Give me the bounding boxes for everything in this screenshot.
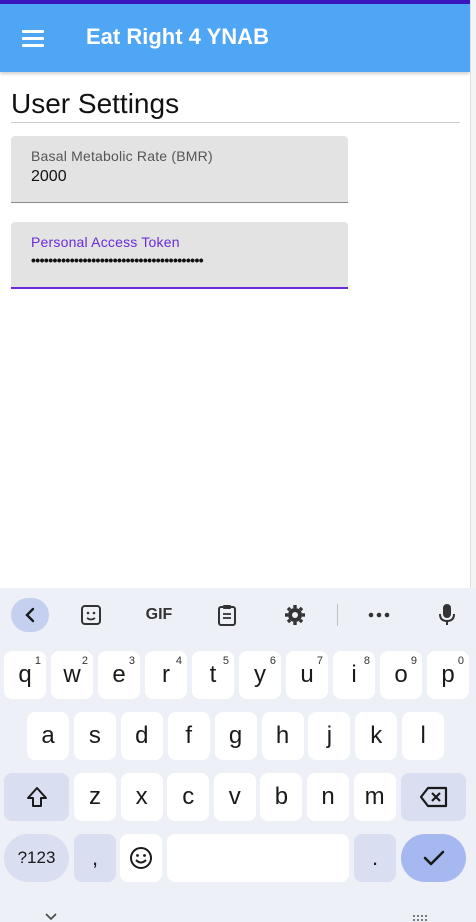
key-p[interactable]: p0: [427, 651, 469, 699]
key-v[interactable]: v: [213, 773, 256, 821]
key-g[interactable]: g: [214, 712, 257, 760]
key-label: n: [321, 783, 335, 810]
key-label: w: [63, 661, 81, 688]
key-x[interactable]: x: [120, 773, 163, 821]
key-label: o: [394, 661, 408, 688]
key-number-hint: 0: [457, 655, 464, 667]
toolbar-divider: [337, 604, 338, 626]
token-label: Personal Access Token: [31, 234, 180, 250]
key-label: f: [185, 722, 193, 749]
enter-key[interactable]: [401, 834, 466, 882]
space-key[interactable]: [167, 834, 349, 882]
bmr-field[interactable]: Basal Metabolic Rate (BMR) 2000: [11, 136, 348, 203]
key-label: j: [326, 722, 333, 749]
key-label: u: [300, 661, 314, 688]
key-k[interactable]: k: [355, 712, 398, 760]
key-j[interactable]: j: [308, 712, 351, 760]
key-l[interactable]: l: [402, 712, 445, 760]
key-label: i: [351, 661, 357, 688]
key-w[interactable]: w2: [51, 651, 93, 699]
back-icon[interactable]: [11, 598, 49, 632]
key-r[interactable]: r4: [145, 651, 187, 699]
key-number-hint: 6: [269, 655, 276, 667]
shift-key[interactable]: [4, 773, 69, 821]
key-z[interactable]: z: [74, 773, 116, 821]
key-label: x: [135, 783, 148, 810]
key-number-hint: 1: [34, 655, 41, 667]
app-bar: Eat Right 4 YNAB: [0, 4, 470, 72]
key-q[interactable]: q1: [4, 651, 46, 699]
menu-icon[interactable]: [12, 18, 52, 58]
key-number-hint: 7: [316, 655, 323, 667]
token-field[interactable]: Personal Access Token ••••••••••••••••••…: [11, 222, 348, 289]
key-label: c: [182, 783, 195, 810]
key-label: v: [228, 783, 241, 810]
key-h[interactable]: h: [261, 712, 304, 760]
scrollbar-track: [470, 0, 476, 588]
key-number-hint: 2: [81, 655, 88, 667]
key-label: e: [112, 661, 126, 688]
key-label: h: [275, 722, 290, 749]
bmr-label: Basal Metabolic Rate (BMR): [31, 148, 213, 164]
key-number-hint: 8: [363, 655, 370, 667]
key-n[interactable]: n: [307, 773, 349, 821]
key-number-hint: 3: [128, 655, 135, 667]
key-label: a: [41, 722, 55, 749]
key-label: p: [441, 661, 455, 688]
key-number-hint: 5: [222, 655, 229, 667]
keyboard-toolbar: GIF: [0, 588, 476, 642]
key-number-hint: 9: [410, 655, 417, 667]
keyboard-switch-icon[interactable]: [412, 914, 430, 922]
bmr-input[interactable]: 2000: [31, 168, 67, 186]
key-label: r: [162, 661, 170, 688]
more-icon[interactable]: [361, 598, 397, 632]
key-label: b: [274, 783, 289, 810]
period-key[interactable]: .: [354, 834, 396, 882]
key-label: t: [209, 661, 217, 688]
key-label: g: [228, 722, 243, 749]
chevron-down-icon[interactable]: [44, 910, 58, 922]
key-o[interactable]: o9: [380, 651, 422, 699]
gear-icon[interactable]: [277, 598, 313, 632]
key-label: m: [364, 783, 385, 810]
clipboard-icon[interactable]: [209, 598, 245, 632]
key-label: q: [18, 661, 32, 688]
symbols-key[interactable]: ?123: [4, 834, 69, 882]
key-label: k: [370, 722, 383, 749]
key-label: l: [420, 722, 426, 749]
token-input[interactable]: ••••••••••••••••••••••••••••••••••••••••: [31, 252, 204, 268]
mic-icon[interactable]: [429, 598, 465, 632]
sticker-icon[interactable]: [73, 598, 109, 632]
key-i[interactable]: i8: [333, 651, 375, 699]
key-label: s: [88, 722, 101, 749]
key-label: z: [89, 783, 101, 810]
app-title: Eat Right 4 YNAB: [86, 24, 269, 49]
key-f[interactable]: f: [167, 712, 210, 760]
key-t[interactable]: t5: [192, 651, 234, 699]
key-m[interactable]: m: [353, 773, 396, 821]
key-b[interactable]: b: [260, 773, 303, 821]
key-y[interactable]: y6: [239, 651, 281, 699]
key-d[interactable]: d: [120, 712, 163, 760]
key-u[interactable]: u7: [286, 651, 328, 699]
emoji-key[interactable]: [120, 834, 162, 882]
gif-button[interactable]: GIF: [140, 598, 178, 632]
key-c[interactable]: c: [167, 773, 210, 821]
key-label: d: [135, 722, 149, 749]
backspace-key[interactable]: [401, 773, 466, 821]
key-a[interactable]: a: [27, 712, 69, 760]
divider: [11, 122, 460, 123]
key-label: y: [254, 661, 266, 688]
key-number-hint: 4: [175, 655, 182, 667]
key-e[interactable]: e3: [98, 651, 140, 699]
navigation-bar: [0, 904, 476, 922]
page-title: User Settings: [11, 88, 180, 119]
comma-key[interactable]: ,: [74, 834, 116, 882]
key-s[interactable]: s: [73, 712, 116, 760]
